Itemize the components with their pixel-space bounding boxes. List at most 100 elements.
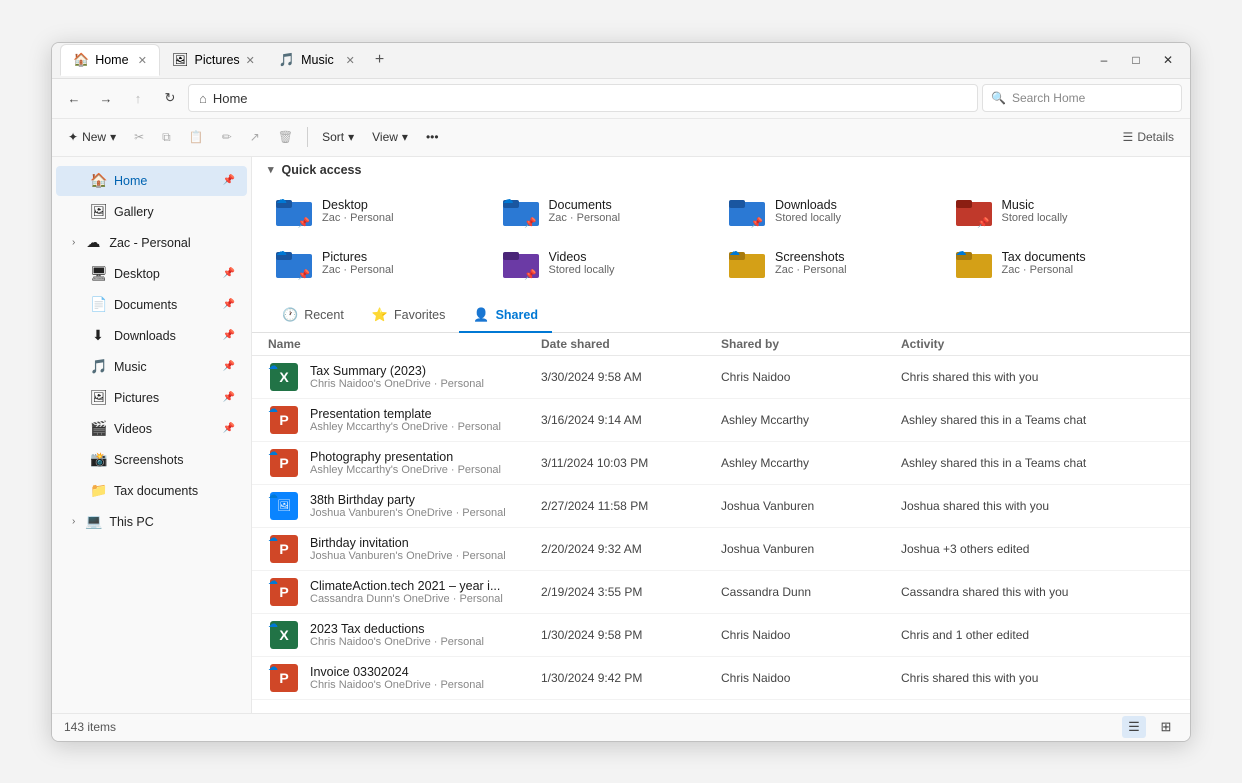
qa-item-videos[interactable]: 📌 Videos Stored locally bbox=[495, 239, 722, 287]
sidebar-item-pictures[interactable]: 🖼Pictures📌 bbox=[56, 383, 247, 413]
cloud-status-icon: ☁ bbox=[268, 361, 278, 372]
file-shared-by: Chris Naidoo bbox=[721, 370, 901, 384]
sidebar-item-screenshots[interactable]: 📸Screenshots bbox=[56, 445, 247, 475]
details-toggle[interactable]: ☰ Details bbox=[1115, 123, 1182, 151]
new-tab-button[interactable]: + bbox=[367, 51, 392, 69]
delete-icon: 🗑 bbox=[278, 130, 293, 144]
sidebar-item-documents[interactable]: 📄Documents📌 bbox=[56, 290, 247, 320]
sidebar-item-this-pc[interactable]: ›💻This PC bbox=[56, 507, 247, 537]
qa-item-music[interactable]: 📌 Music Stored locally bbox=[948, 187, 1175, 235]
file-sub: Chris Naidoo's OneDrive · Personal bbox=[310, 679, 484, 691]
content-tab-shared[interactable]: 👤Shared bbox=[459, 299, 552, 333]
main-content: 🏠Home📌🖼Gallery›☁Zac - Personal🖥Desktop📌📄… bbox=[52, 157, 1190, 713]
pin-icon: 📌 bbox=[223, 299, 235, 310]
file-date: 3/16/2024 9:14 AM bbox=[541, 413, 721, 427]
new-button[interactable]: ✦ New ▾ bbox=[60, 123, 124, 151]
tab-music[interactable]: 🎵Music✕ bbox=[267, 44, 367, 76]
more-button[interactable]: ••• bbox=[418, 123, 447, 151]
sidebar-item-label: Downloads bbox=[114, 329, 176, 343]
sidebar-item-label: Desktop bbox=[114, 267, 160, 281]
table-row[interactable]: ☁ P ClimateAction.tech 2021 – year i... … bbox=[252, 571, 1190, 614]
sidebar-item-videos[interactable]: 🎬Videos📌 bbox=[56, 414, 247, 444]
content-tab-favorites[interactable]: ⭐Favorites bbox=[358, 299, 460, 333]
sidebar-icon: ☁ bbox=[85, 234, 101, 251]
tab-pictures[interactable]: 🖼Pictures✕ bbox=[160, 44, 267, 76]
copy-button[interactable]: ⧉ bbox=[154, 123, 179, 151]
file-sub: Joshua Vanburen's OneDrive · Personal bbox=[310, 507, 506, 519]
file-activity: Cassandra shared this with you bbox=[901, 585, 1174, 599]
rename-button[interactable]: ✏ bbox=[214, 123, 240, 151]
view-button[interactable]: View ▾ bbox=[364, 123, 416, 151]
table-row[interactable]: ☁ P Birthday invitation Joshua Vanburen'… bbox=[252, 528, 1190, 571]
sidebar-item-desktop[interactable]: 🖥Desktop📌 bbox=[56, 259, 247, 289]
tab-close-icon[interactable]: ✕ bbox=[138, 54, 147, 67]
sidebar-icon: 📸 bbox=[90, 451, 106, 468]
search-placeholder: Search Home bbox=[1012, 91, 1085, 105]
cut-button[interactable]: ✂ bbox=[126, 123, 152, 151]
cloud-status-icon: ☁ bbox=[268, 662, 278, 673]
tab-home[interactable]: 🏠Home✕ bbox=[60, 44, 160, 76]
pin-icon: 📌 bbox=[223, 330, 235, 341]
qa-item-screenshots[interactable]: ☁ Screenshots Zac · Personal bbox=[721, 239, 948, 287]
sidebar-item-label: Pictures bbox=[114, 391, 159, 405]
file-name-cell: ☁ P Presentation template Ashley Mccarth… bbox=[268, 404, 541, 436]
paste-icon: 📋 bbox=[189, 130, 204, 144]
qa-item-desktop[interactable]: ☁ 📌 Desktop Zac · Personal bbox=[268, 187, 495, 235]
qa-item-name: Documents bbox=[549, 198, 621, 212]
ctab-icon: 👤 bbox=[473, 307, 489, 323]
sidebar-item-home[interactable]: 🏠Home📌 bbox=[56, 166, 247, 196]
sidebar-item-gallery[interactable]: 🖼Gallery bbox=[56, 197, 247, 227]
table-row[interactable]: ☁ P Invoice 03302024 Chris Naidoo's OneD… bbox=[252, 657, 1190, 700]
file-name-cell: ☁ 🖼 38th Birthday party Joshua Vanburen'… bbox=[268, 490, 541, 522]
sidebar-item-music[interactable]: 🎵Music📌 bbox=[56, 352, 247, 382]
qa-item-sub: Stored locally bbox=[775, 212, 841, 224]
back-button[interactable]: ← bbox=[60, 84, 88, 112]
tab-close-icon[interactable]: ✕ bbox=[246, 54, 255, 67]
qa-item-tax-documents[interactable]: ☁ Tax documents Zac · Personal bbox=[948, 239, 1175, 287]
qa-item-documents[interactable]: ☁ 📌 Documents Zac · Personal bbox=[495, 187, 722, 235]
table-row[interactable]: ☁ X Tax Summary (2023) Chris Naidoo's On… bbox=[252, 356, 1190, 399]
qa-item-pictures[interactable]: ☁ 📌 Pictures Zac · Personal bbox=[268, 239, 495, 287]
file-name: Tax Summary (2023) bbox=[310, 364, 484, 378]
file-icon-wrap: ☁ X bbox=[268, 619, 300, 651]
file-activity: Ashley shared this in a Teams chat bbox=[901, 413, 1174, 427]
sort-button[interactable]: Sort ▾ bbox=[314, 123, 362, 151]
sidebar-item-downloads[interactable]: ⬇Downloads📌 bbox=[56, 321, 247, 351]
quick-access-header[interactable]: ▾ Quick access bbox=[252, 157, 1190, 183]
col-activity: Activity bbox=[901, 337, 1174, 351]
address-path[interactable]: ⌂ Home bbox=[188, 84, 978, 112]
table-row[interactable]: ☁ P Photography presentation Ashley Mcca… bbox=[252, 442, 1190, 485]
share-button[interactable]: ↗ bbox=[242, 123, 268, 151]
paste-button[interactable]: 📋 bbox=[181, 123, 212, 151]
file-date: 2/27/2024 11:58 PM bbox=[541, 499, 721, 513]
cloud-status-icon: ☁ bbox=[268, 619, 278, 630]
cloud-status-icon: ☁ bbox=[268, 576, 278, 587]
search-box[interactable]: 🔍 Search Home bbox=[982, 84, 1182, 112]
grid-view-button[interactable]: ⊞ bbox=[1154, 716, 1178, 738]
tab-label: Pictures bbox=[195, 53, 240, 67]
table-row[interactable]: ☁ 🖼 38th Birthday party Joshua Vanburen'… bbox=[252, 485, 1190, 528]
file-name-text: ClimateAction.tech 2021 – year i... Cass… bbox=[310, 579, 503, 605]
qa-text: Pictures Zac · Personal bbox=[322, 250, 394, 276]
maximize-button[interactable]: □ bbox=[1122, 46, 1150, 74]
up-button[interactable]: ↑ bbox=[124, 84, 152, 112]
refresh-button[interactable]: ↻ bbox=[156, 84, 184, 112]
table-row[interactable]: ☁ X 2023 Tax deductions Chris Naidoo's O… bbox=[252, 614, 1190, 657]
home-icon: ⌂ bbox=[199, 91, 207, 106]
delete-button[interactable]: 🗑 bbox=[270, 123, 301, 151]
forward-button[interactable]: → bbox=[92, 84, 120, 112]
file-date: 1/30/2024 9:42 PM bbox=[541, 671, 721, 685]
list-view-button[interactable]: ☰ bbox=[1122, 716, 1146, 738]
minimize-button[interactable]: – bbox=[1090, 46, 1118, 74]
file-activity: Chris shared this with you bbox=[901, 671, 1174, 685]
sidebar-item-tax-documents[interactable]: 📁Tax documents bbox=[56, 476, 247, 506]
table-row[interactable]: ☁ P Presentation template Ashley Mccarth… bbox=[252, 399, 1190, 442]
close-button[interactable]: ✕ bbox=[1154, 46, 1182, 74]
sidebar-item-zac-personal[interactable]: ›☁Zac - Personal bbox=[56, 228, 247, 258]
qa-item-downloads[interactable]: 📌 Downloads Stored locally bbox=[721, 187, 948, 235]
expand-arrow-icon: › bbox=[72, 237, 75, 248]
file-icon-wrap: ☁ P bbox=[268, 404, 300, 436]
tab-close-icon[interactable]: ✕ bbox=[346, 54, 355, 67]
content-tab-recent[interactable]: 🕐Recent bbox=[268, 299, 358, 333]
ctab-label: Favorites bbox=[394, 308, 445, 322]
